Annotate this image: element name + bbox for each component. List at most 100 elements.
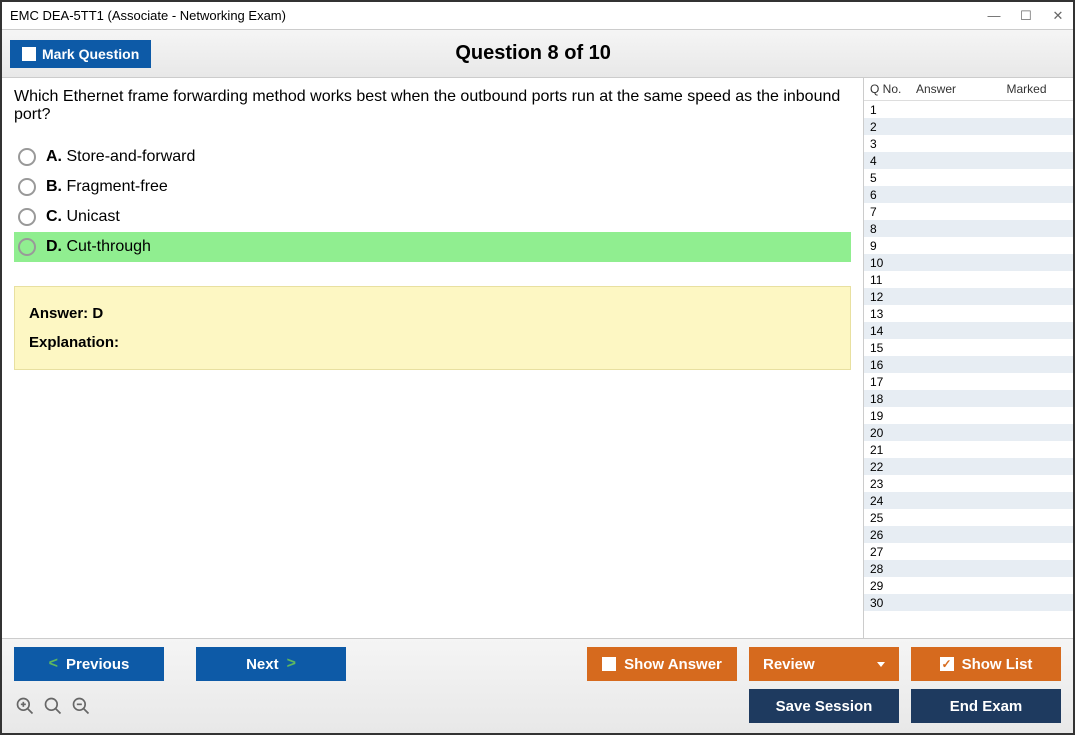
question-number: 11 [870, 273, 916, 287]
question-list-row[interactable]: 13 [864, 305, 1073, 322]
question-list-row[interactable]: 14 [864, 322, 1073, 339]
question-list-row[interactable]: 10 [864, 254, 1073, 271]
close-icon[interactable]: ✕ [1051, 8, 1065, 24]
mark-question-label: Mark Question [42, 46, 139, 62]
question-number: 22 [870, 460, 916, 474]
option-row[interactable]: B. Fragment-free [14, 172, 851, 202]
chevron-down-icon [877, 662, 885, 667]
option-label: B. Fragment-free [46, 178, 168, 196]
option-label: C. Unicast [46, 208, 120, 226]
option-row[interactable]: A. Store-and-forward [14, 142, 851, 172]
question-list-row[interactable]: 20 [864, 424, 1073, 441]
question-number: 25 [870, 511, 916, 525]
question-list-panel: Q No. Answer Marked 12345678910111213141… [863, 78, 1073, 638]
question-number: 7 [870, 205, 916, 219]
question-number: 17 [870, 375, 916, 389]
question-list-row[interactable]: 26 [864, 526, 1073, 543]
question-list-row[interactable]: 17 [864, 373, 1073, 390]
option-label: D. Cut-through [46, 238, 151, 256]
question-number: 12 [870, 290, 916, 304]
question-number: 18 [870, 392, 916, 406]
question-list-row[interactable]: 28 [864, 560, 1073, 577]
question-list-row[interactable]: 5 [864, 169, 1073, 186]
question-text: Which Ethernet frame forwarding method w… [14, 88, 851, 124]
question-list-row[interactable]: 29 [864, 577, 1073, 594]
question-list-row[interactable]: 3 [864, 135, 1073, 152]
header-bar: Mark Question Question 8 of 10 [2, 30, 1073, 78]
checkbox-checked-icon [940, 657, 954, 671]
next-button[interactable]: Next > [196, 647, 346, 681]
question-list-row[interactable]: 22 [864, 458, 1073, 475]
question-pane: Which Ethernet frame forwarding method w… [2, 78, 863, 638]
zoom-controls [14, 695, 92, 717]
question-list-row[interactable]: 30 [864, 594, 1073, 611]
show-answer-button[interactable]: Show Answer [587, 647, 737, 681]
options-list: A. Store-and-forward B. Fragment-free C. U… [14, 142, 851, 262]
question-list-row[interactable]: 2 [864, 118, 1073, 135]
question-list-row[interactable]: 23 [864, 475, 1073, 492]
radio-icon[interactable] [18, 208, 36, 226]
save-session-label: Save Session [776, 698, 873, 715]
next-label: Next [246, 656, 279, 673]
question-number: 20 [870, 426, 916, 440]
question-list-row[interactable]: 15 [864, 339, 1073, 356]
question-list-row[interactable]: 18 [864, 390, 1073, 407]
question-list-row[interactable]: 24 [864, 492, 1073, 509]
option-row[interactable]: D. Cut-through [14, 232, 851, 262]
question-number: 30 [870, 596, 916, 610]
end-exam-label: End Exam [950, 698, 1023, 715]
question-list-row[interactable]: 19 [864, 407, 1073, 424]
explanation-label: Explanation: [29, 334, 836, 351]
question-number: 15 [870, 341, 916, 355]
radio-icon[interactable] [18, 238, 36, 256]
question-number: 19 [870, 409, 916, 423]
radio-icon[interactable] [18, 148, 36, 166]
question-number: 21 [870, 443, 916, 457]
question-number: 1 [870, 103, 916, 117]
question-list-row[interactable]: 8 [864, 220, 1073, 237]
footer-row-1: < Previous Next > Show Answer Review Sho… [14, 647, 1061, 681]
question-list-row[interactable]: 1 [864, 101, 1073, 118]
zoom-in-icon[interactable] [42, 695, 64, 717]
zoom-reset-icon[interactable] [14, 695, 36, 717]
question-list-row[interactable]: 4 [864, 152, 1073, 169]
question-list-row[interactable]: 9 [864, 237, 1073, 254]
question-list-row[interactable]: 25 [864, 509, 1073, 526]
question-list-rows[interactable]: 1234567891011121314151617181920212223242… [864, 101, 1073, 638]
minimize-icon[interactable]: — [987, 8, 1001, 24]
question-list-header: Q No. Answer Marked [864, 78, 1073, 101]
question-list-row[interactable]: 16 [864, 356, 1073, 373]
previous-button[interactable]: < Previous [14, 647, 164, 681]
mark-question-button[interactable]: Mark Question [10, 40, 151, 68]
app-window: EMC DEA-5TT1 (Associate - Networking Exa… [0, 0, 1075, 735]
option-row[interactable]: C. Unicast [14, 202, 851, 232]
maximize-icon[interactable]: ☐ [1019, 8, 1033, 24]
question-list-row[interactable]: 7 [864, 203, 1073, 220]
question-number: 8 [870, 222, 916, 236]
checkbox-icon [22, 47, 36, 61]
titlebar: EMC DEA-5TT1 (Associate - Networking Exa… [2, 2, 1073, 30]
zoom-out-icon[interactable] [70, 695, 92, 717]
chevron-right-icon: > [287, 655, 296, 673]
question-number: 28 [870, 562, 916, 576]
question-number: 6 [870, 188, 916, 202]
question-list-row[interactable]: 11 [864, 271, 1073, 288]
question-number: 16 [870, 358, 916, 372]
col-header-answer: Answer [916, 82, 986, 96]
question-number: 5 [870, 171, 916, 185]
chevron-left-icon: < [49, 655, 58, 673]
question-list-row[interactable]: 27 [864, 543, 1073, 560]
content-area: Which Ethernet frame forwarding method w… [2, 78, 1073, 638]
question-number: 2 [870, 120, 916, 134]
review-button[interactable]: Review [749, 647, 899, 681]
show-list-button[interactable]: Show List [911, 647, 1061, 681]
save-session-button[interactable]: Save Session [749, 689, 899, 723]
question-list-row[interactable]: 6 [864, 186, 1073, 203]
radio-icon[interactable] [18, 178, 36, 196]
question-number: 23 [870, 477, 916, 491]
question-counter: Question 8 of 10 [151, 42, 915, 65]
end-exam-button[interactable]: End Exam [911, 689, 1061, 723]
question-list-row[interactable]: 12 [864, 288, 1073, 305]
question-list-row[interactable]: 21 [864, 441, 1073, 458]
window-controls: — ☐ ✕ [987, 8, 1065, 24]
